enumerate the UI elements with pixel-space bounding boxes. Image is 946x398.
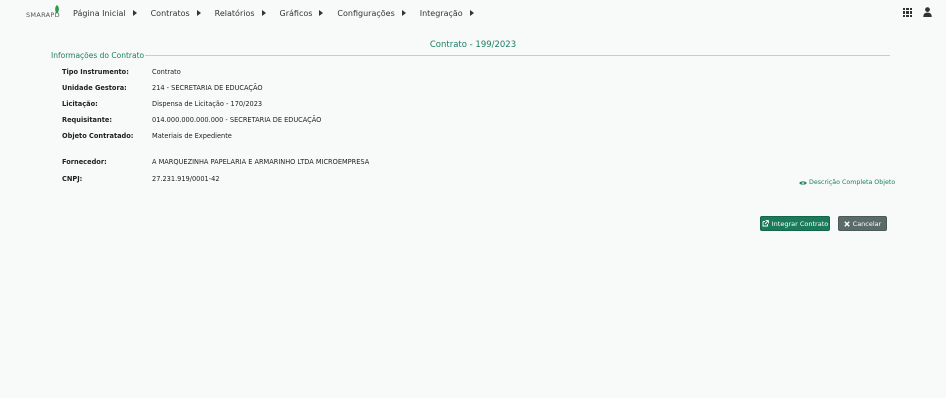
cancelar-label: Cancelar xyxy=(852,219,882,228)
cancelar-button[interactable]: Cancelar xyxy=(838,216,887,231)
detail-label: Tipo Instrumento: xyxy=(62,68,129,76)
detail-label: Licitação: xyxy=(62,100,98,108)
nav-item-label: Relatórios xyxy=(214,8,255,18)
detail-label: CNPJ: xyxy=(62,175,83,183)
nav-item-label: Configurações xyxy=(337,8,395,18)
section-title: Informações do Contrato xyxy=(51,51,145,60)
detail-value: A MARQUEZINHA PAPELARIA E ARMARINHO LTDA… xyxy=(152,158,370,166)
descricao-completa-link[interactable]: Descrição Completa Objeto xyxy=(799,179,895,186)
nav-item-label: Página Inicial xyxy=(73,8,126,18)
nav-item-relatorios[interactable]: Relatórios xyxy=(215,6,266,20)
detail-label: Unidade Gestora: xyxy=(62,84,127,92)
caret-right-icon xyxy=(401,10,406,16)
detail-label: Fornecedor: xyxy=(62,158,107,166)
apps-grid-icon[interactable] xyxy=(903,8,912,17)
detail-value: Contrato xyxy=(152,68,181,76)
nav-item-contratos[interactable]: Contratos xyxy=(151,6,201,20)
app-logo[interactable]: SMARAPD xyxy=(26,5,60,21)
nav-item-label: Integração xyxy=(419,8,463,18)
caret-right-icon xyxy=(196,10,201,16)
caret-right-icon xyxy=(261,10,266,16)
nav-item-pagina-inicial[interactable]: Página Inicial xyxy=(73,6,137,20)
detail-value: 214 - SECRETARIA DE EDUCAÇÃO xyxy=(152,84,263,92)
logo-leaf-icon xyxy=(55,5,59,14)
detail-value: 27.231.919/0001-42 xyxy=(152,175,220,183)
page-title: Contrato - 199/2023 xyxy=(429,40,517,50)
caret-right-icon xyxy=(319,10,324,16)
detail-value: Dispensa de Licitação - 170/2023 xyxy=(152,100,263,108)
detail-label: Objeto Contratado: xyxy=(62,132,134,140)
detail-value: Materiais de Expediente xyxy=(152,132,232,140)
eye-icon xyxy=(799,180,807,185)
external-link-icon xyxy=(762,220,769,227)
descricao-completa-label: Descrição Completa Objeto xyxy=(809,179,896,186)
integrar-contrato-label: Integrar Contrato xyxy=(771,219,829,228)
detail-value: 014.000.000.000.000 - SECRETARIA DE EDUC… xyxy=(152,116,322,124)
close-icon xyxy=(843,220,850,227)
nav-item-integracao[interactable]: Integração xyxy=(420,6,474,20)
caret-right-icon xyxy=(132,10,137,16)
nav-item-graficos[interactable]: Gráficos xyxy=(280,6,324,20)
integrar-contrato-button[interactable]: Integrar Contrato xyxy=(760,216,830,231)
nav-item-label: Gráficos xyxy=(279,8,313,18)
main-nav: Página Inicial Contratos Relatórios Gráf… xyxy=(73,6,488,20)
nav-item-configuracoes[interactable]: Configurações xyxy=(337,6,406,20)
section-divider xyxy=(145,55,890,56)
detail-label: Requisitante: xyxy=(62,116,112,124)
nav-item-label: Contratos xyxy=(150,8,190,18)
top-navbar: SMARAPD Página Inicial Contratos Relatór… xyxy=(0,0,946,26)
user-icon[interactable] xyxy=(923,7,932,17)
caret-right-icon xyxy=(469,10,474,16)
